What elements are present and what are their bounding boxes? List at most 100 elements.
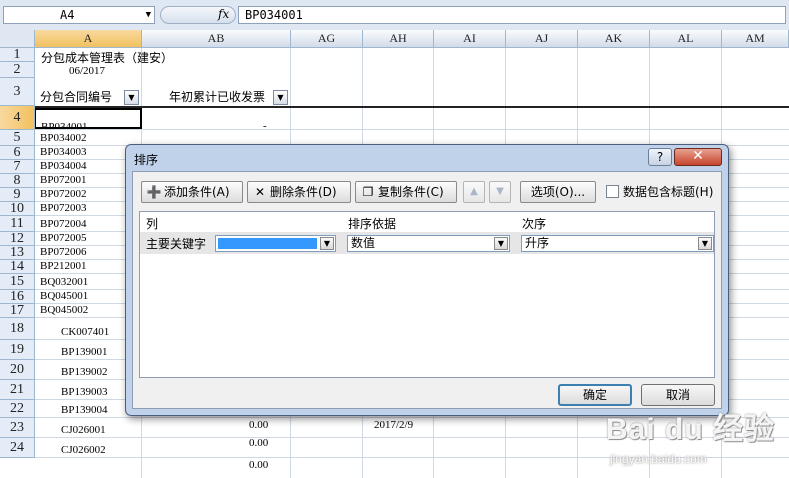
cell-a19[interactable]: BP139001 [61, 346, 107, 358]
row-header-10[interactable]: 10 [0, 201, 35, 216]
ok-button[interactable]: 确定 [558, 384, 632, 406]
chevron-down-icon[interactable]: ▼ [146, 7, 151, 23]
copy-level-button[interactable]: ❐ 复制条件(C) [355, 181, 457, 203]
baidu-watermark: Bai du 经验 jingyan.baidu.com [606, 404, 786, 476]
row-header-17[interactable]: 17 [0, 303, 35, 318]
delete-level-button[interactable]: ✕ 删除条件(D) [247, 181, 351, 203]
cell-a11[interactable]: BP072004 [40, 218, 86, 230]
move-down-icon[interactable]: ▼ [489, 181, 511, 203]
insert-function-icon[interactable]: fx [218, 6, 229, 23]
row-header-18[interactable]: 18 [0, 318, 35, 340]
cell-a20[interactable]: BP139002 [61, 366, 107, 378]
cell-a14[interactable]: BP212001 [40, 260, 86, 272]
dialog-body: ➕ 添加条件(A) ✕ 删除条件(D) ❐ 复制条件(C) ▲ ▼ 选项(O)... … [132, 171, 722, 409]
chevron-down-icon[interactable]: ▼ [698, 237, 712, 250]
formula-bar: A4 ▼ fx BP034001 [0, 0, 789, 31]
name-box[interactable]: A4 ▼ [3, 6, 155, 24]
add-level-label: 添加条件(A) [164, 185, 230, 199]
row-header-3[interactable]: 3 [0, 78, 35, 106]
add-level-icon: ➕ [146, 185, 162, 199]
name-box-value: A4 [60, 8, 75, 22]
sort-dialog: 排序 ? ✕ ➕ 添加条件(A) ✕ 删除条件(D) ❐ 复制条件(C) ▲ ▼ 选项… [125, 144, 729, 416]
sheet-title: 分包成本管理表（建安） [41, 51, 174, 65]
cell-ab22[interactable]: 0.00 [249, 419, 268, 431]
filter-dropdown-icon[interactable]: ▼ [124, 90, 139, 105]
headers-checkbox-label: 数据包含标题(H) [623, 185, 714, 199]
column-headers: A AB AG AH AI AJ AK AL AM [0, 30, 789, 48]
cell-a17[interactable]: BQ045002 [40, 304, 88, 316]
move-up-icon[interactable]: ▲ [463, 181, 485, 203]
row-header-19[interactable]: 19 [0, 340, 35, 360]
header-contract-no: 分包合同编号 [40, 90, 113, 104]
add-level-button[interactable]: ➕ 添加条件(A) [141, 181, 243, 203]
cell-a6[interactable]: BP034003 [40, 146, 86, 158]
cell-a9[interactable]: BP072002 [40, 188, 86, 200]
row-header-20[interactable]: 20 [0, 360, 35, 380]
cell-ab24[interactable]: 0.00 [249, 459, 268, 471]
sort-on-value: 数值 [351, 236, 376, 250]
formula-buttons: fx [160, 6, 236, 24]
cell-a15[interactable]: BQ032001 [40, 276, 88, 288]
row-header-24[interactable]: 24 [0, 438, 35, 458]
filter-dropdown-icon[interactable]: ▼ [273, 90, 288, 105]
cell-ah22[interactable]: 2017/2/9 [374, 419, 413, 431]
cell-a16[interactable]: BQ045001 [40, 290, 88, 302]
grid-line [35, 129, 789, 130]
column-header-ag[interactable]: AG [291, 30, 363, 48]
row-header-14[interactable]: 14 [0, 259, 35, 274]
cell-a8[interactable]: BP072001 [40, 174, 86, 186]
row-header-4[interactable]: 4 [0, 106, 35, 130]
close-button[interactable]: ✕ [674, 148, 722, 166]
row-header-22[interactable]: 22 [0, 400, 35, 418]
delete-icon: ✕ [254, 185, 266, 199]
column-header-ab[interactable]: AB [142, 30, 291, 48]
column-header-ah[interactable]: AH [363, 30, 434, 48]
column-header-aj[interactable]: AJ [506, 30, 578, 48]
column-select[interactable]: ▼ [215, 235, 336, 252]
help-button[interactable]: ? [648, 148, 672, 166]
sort-levels-list: 列 排序依据 次序 主要关键字 ▼ 数值 ▼ 升序 ▼ [139, 211, 715, 378]
copy-level-label: 复制条件(C) [378, 185, 444, 199]
row-header-1[interactable]: 1 [0, 47, 35, 62]
watermark-url: jingyan.baidu.com [610, 452, 707, 466]
cell-a18[interactable]: CK007401 [61, 326, 109, 338]
headers-checkbox[interactable] [606, 185, 619, 198]
sort-on-header-label: 排序依据 [348, 217, 397, 231]
header-invoices: 年初累计已收发票 [169, 90, 266, 104]
column-header-ai[interactable]: AI [434, 30, 506, 48]
row-header-21[interactable]: 21 [0, 380, 35, 400]
cell-a5[interactable]: BP034002 [40, 132, 86, 144]
column-header-label: 列 [146, 217, 159, 231]
selection-highlight [218, 238, 317, 249]
cell-a7[interactable]: BP034004 [40, 160, 86, 172]
cell-ab23[interactable]: 0.00 [249, 437, 268, 449]
row-header-23[interactable]: 23 [0, 418, 35, 438]
chevron-down-icon[interactable]: ▼ [494, 237, 508, 250]
cell-a23[interactable]: CJ026001 [61, 424, 106, 436]
formula-input[interactable]: BP034001 [238, 6, 786, 24]
cell-ab4[interactable]: - [263, 120, 267, 132]
cancel-button[interactable]: 取消 [641, 384, 715, 406]
cell-a13[interactable]: BP072006 [40, 246, 86, 258]
row-header-2[interactable]: 2 [0, 62, 35, 78]
order-header-label: 次序 [522, 217, 547, 231]
dialog-title: 排序 [134, 153, 159, 167]
column-header-ak[interactable]: AK [578, 30, 650, 48]
column-header-a[interactable]: A [35, 30, 142, 48]
period-cell: 06/2017 [69, 65, 106, 77]
cell-a22[interactable]: BP139004 [61, 404, 107, 416]
options-button[interactable]: 选项(O)... [520, 181, 596, 203]
primary-key-label: 主要关键字 [146, 237, 207, 251]
cell-a12[interactable]: BP072005 [40, 232, 86, 244]
cell-a10[interactable]: BP072003 [40, 202, 86, 214]
header-border [35, 106, 789, 108]
baidu-logo: Bai du 经验 [606, 413, 776, 446]
cell-a24[interactable]: CJ026002 [61, 444, 106, 456]
column-header-am[interactable]: AM [722, 30, 789, 48]
sort-on-select[interactable]: 数值 ▼ [347, 235, 510, 252]
column-header-al[interactable]: AL [650, 30, 722, 48]
copy-icon: ❐ [362, 185, 374, 199]
cell-a21[interactable]: BP139003 [61, 386, 107, 398]
order-select[interactable]: 升序 ▼ [521, 235, 714, 252]
chevron-down-icon[interactable]: ▼ [320, 237, 334, 250]
